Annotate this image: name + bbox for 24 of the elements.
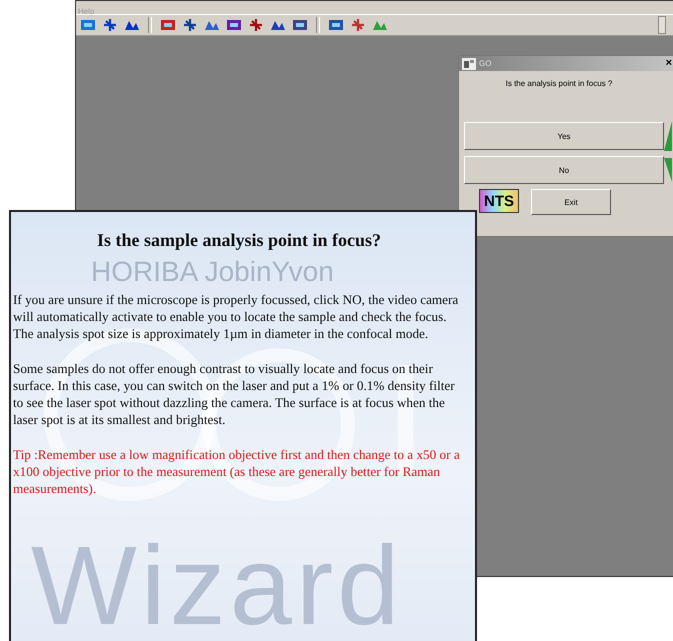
tip-paragraph: Tip :Remember use a low magnification objective first and then change to a x50 or a x100 objective prior to the measurement (as these are generally better for Raman measurements).	[13, 446, 461, 497]
toolbar-icon[interactable]	[160, 18, 176, 32]
help-paragraph: If you are unsure if the microscope is properly focussed, click NO, the video camera will automatically activate to enable you to locate the sample and check the focus. The analysis spot size is approximately 1µm in diameter in the confocal mode.	[13, 291, 460, 342]
help-title: Is the sample analysis point in focus?	[96, 230, 382, 251]
app-icon	[462, 58, 476, 70]
window-title: GO	[479, 59, 492, 68]
answer-button[interactable]: No	[464, 156, 664, 184]
close-button[interactable]: ×	[666, 58, 672, 69]
toolbar-button[interactable]	[658, 16, 666, 34]
hints-button[interactable]: NTS	[479, 189, 519, 213]
help-paragraph: Some samples do not offer enough contrast to visually locate and focus on their surface. In this case, you can switch on the laser and put a 1% or 0.1% density filter to see the laser spot without dazzling the camera. The surface is at focus when the laser spot is at its smallest and brightest.	[13, 360, 456, 428]
question-text: Is the analysis point in focus ?	[504, 78, 614, 90]
toolbar-icon[interactable]	[248, 18, 264, 32]
toolbar-icon[interactable]	[292, 18, 308, 32]
up-arrow-icon	[664, 121, 672, 151]
toolbar-icon[interactable]	[328, 18, 344, 32]
exit-button[interactable]: Exit	[531, 189, 611, 215]
toolbar-icon[interactable]	[350, 18, 366, 32]
toolbar-icon[interactable]	[80, 18, 96, 32]
toolbar-icon[interactable]	[102, 18, 118, 32]
toolbar-icon[interactable]	[182, 18, 198, 32]
down-arrow-icon	[664, 158, 672, 182]
toolbar-icon[interactable]	[226, 18, 242, 32]
answer-button[interactable]: Yes	[464, 122, 664, 150]
